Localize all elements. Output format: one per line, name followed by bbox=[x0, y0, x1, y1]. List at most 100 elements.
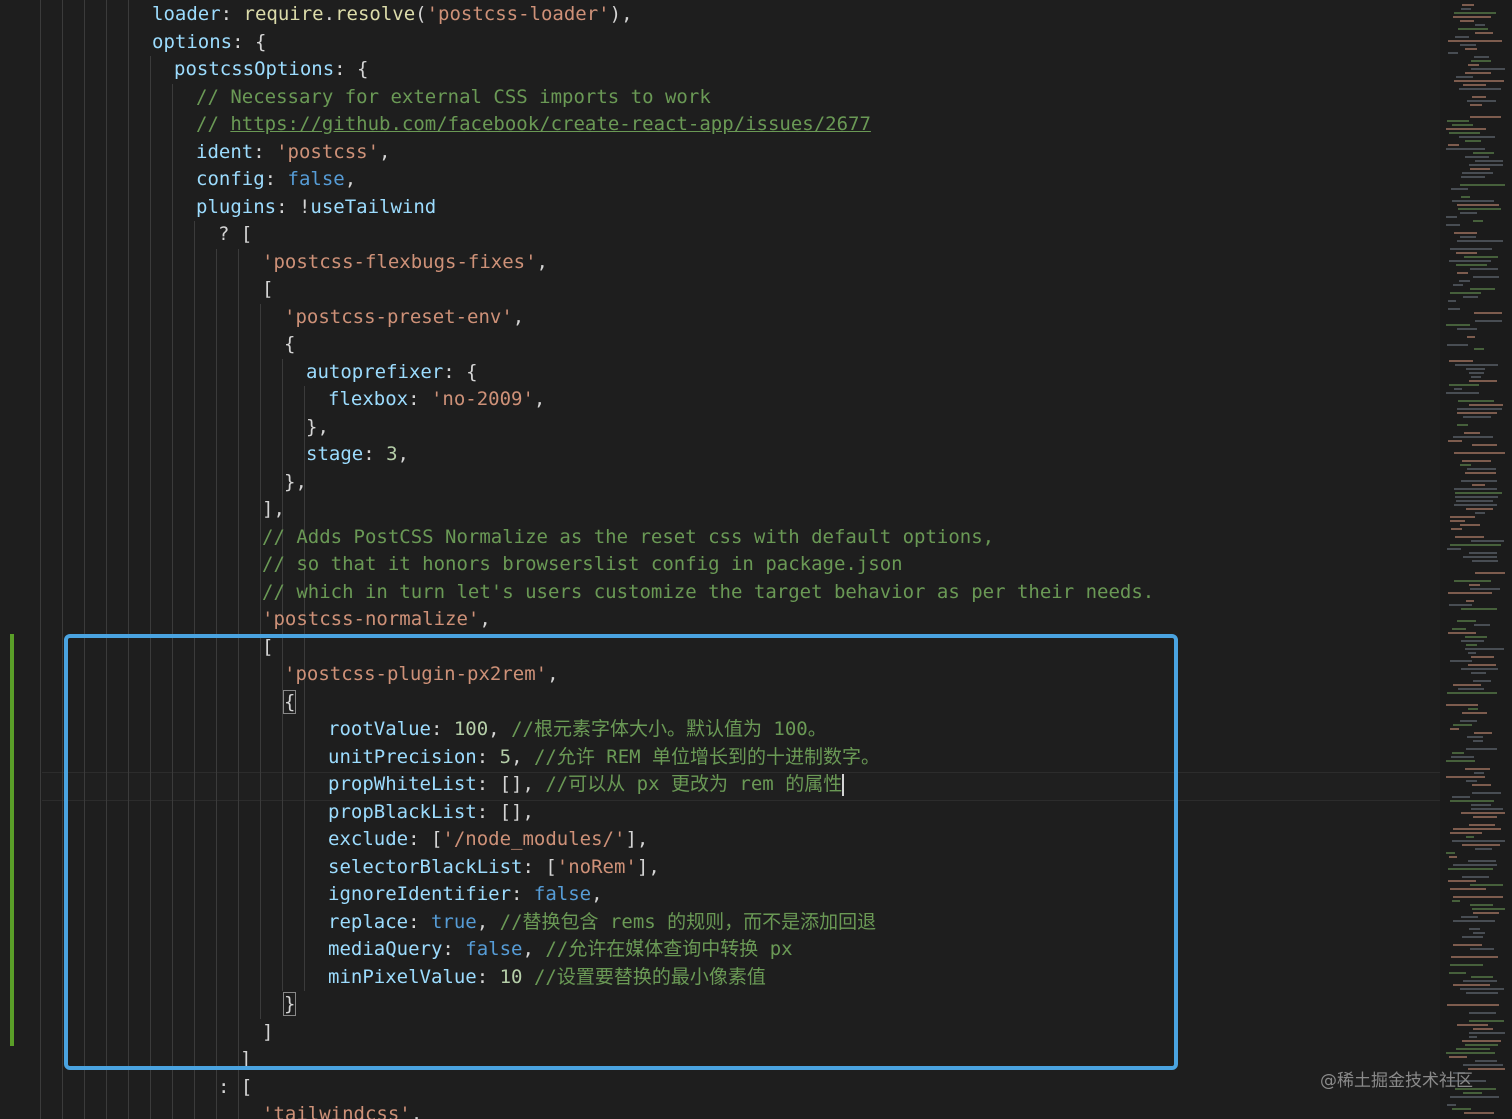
minimap-line bbox=[1455, 492, 1502, 494]
minimap-line bbox=[1451, 528, 1462, 530]
minimap-line bbox=[1452, 1108, 1471, 1110]
px2rem-highlight-box bbox=[64, 634, 1178, 1070]
minimap-line bbox=[1466, 368, 1485, 370]
minimap-line bbox=[1465, 768, 1490, 770]
code-token: // so that it honors browserslist config… bbox=[262, 553, 903, 575]
minimap-line bbox=[1446, 760, 1475, 762]
minimap-line bbox=[1450, 292, 1481, 294]
code-token: : bbox=[253, 140, 277, 163]
minimap-line bbox=[1468, 664, 1496, 666]
minimap-line bbox=[1450, 520, 1465, 522]
minimap-line bbox=[1472, 444, 1497, 446]
minimap-line bbox=[1469, 928, 1480, 930]
minimap-line bbox=[1463, 416, 1491, 418]
minimap-line bbox=[1463, 84, 1486, 86]
minimap-line bbox=[1469, 552, 1497, 554]
code-token: 'postcss' bbox=[276, 140, 380, 163]
git-change-bar bbox=[10, 634, 14, 1046]
issue-link[interactable]: https://github.com/facebook/create-react… bbox=[230, 113, 871, 135]
minimap-line bbox=[1465, 1044, 1498, 1046]
code-line: 'postcss-normalize', bbox=[262, 606, 491, 633]
minimap-line bbox=[1471, 68, 1505, 70]
minimap-line bbox=[1454, 80, 1504, 82]
minimap-line bbox=[1453, 828, 1501, 830]
code-token: options bbox=[152, 30, 233, 53]
minimap-line bbox=[1473, 220, 1483, 222]
minimap-line bbox=[1457, 272, 1468, 274]
minimap-line bbox=[1455, 536, 1484, 538]
code-token: 'postcss-normalize' bbox=[262, 608, 480, 630]
minimap-line bbox=[1475, 848, 1492, 850]
minimap-line bbox=[1470, 948, 1494, 950]
minimap-line bbox=[1448, 868, 1493, 870]
minimap-line bbox=[1447, 1004, 1499, 1006]
code-line: 'tailwindcss', bbox=[262, 1101, 422, 1119]
minimap-line bbox=[1453, 284, 1463, 286]
minimap-line bbox=[1457, 1024, 1488, 1026]
minimap-line bbox=[1465, 636, 1487, 638]
minimap-line bbox=[1472, 484, 1485, 486]
code-token: plugins bbox=[196, 195, 277, 218]
minimap-line bbox=[1460, 524, 1480, 526]
code-token: : { bbox=[232, 30, 267, 53]
code-token: , bbox=[512, 305, 525, 328]
code-line: // which in turn let's users customize t… bbox=[262, 579, 1154, 606]
minimap-line bbox=[1450, 660, 1472, 662]
code-token: : bbox=[264, 168, 288, 190]
code-line: 'postcss-flexbugs-fixes', bbox=[262, 249, 548, 276]
code-token: ident bbox=[196, 140, 254, 163]
minimap-line bbox=[1471, 656, 1494, 658]
minimap-line bbox=[1449, 260, 1491, 262]
minimap-line bbox=[1458, 400, 1494, 402]
minimap-line bbox=[1447, 344, 1468, 346]
minimap-line bbox=[1469, 584, 1480, 586]
minimap-line bbox=[1452, 200, 1494, 202]
minimap-line bbox=[1464, 256, 1498, 258]
minimap[interactable] bbox=[1440, 0, 1512, 1119]
minimap-line bbox=[1458, 28, 1488, 30]
minimap-line bbox=[1470, 116, 1501, 118]
minimap-line bbox=[1460, 20, 1474, 22]
minimap-line bbox=[1448, 440, 1462, 442]
code-line: autoprefixer: { bbox=[306, 359, 478, 386]
minimap-line bbox=[1471, 804, 1491, 806]
code-token: }, bbox=[284, 470, 307, 493]
minimap-line bbox=[1460, 212, 1477, 214]
minimap-line bbox=[1460, 988, 1504, 990]
minimap-line bbox=[1457, 412, 1497, 414]
code-line: // Necessary for external CSS imports to… bbox=[196, 84, 711, 111]
minimap-line bbox=[1452, 796, 1470, 798]
minimap-line bbox=[1456, 76, 1473, 78]
indent-guide bbox=[40, 0, 41, 1119]
code-token: // Adds PostCSS Normalize as the reset c… bbox=[262, 525, 995, 548]
minimap-line bbox=[1461, 812, 1505, 814]
code-line: flexbox: 'no-2009', bbox=[328, 386, 545, 413]
minimap-line bbox=[1472, 784, 1491, 786]
code-line: // Adds PostCSS Normalize as the reset c… bbox=[262, 524, 994, 551]
minimap-line bbox=[1473, 932, 1485, 934]
minimap-line bbox=[1449, 972, 1466, 974]
code-line: 'postcss-preset-env', bbox=[284, 304, 524, 331]
minimap-line bbox=[1448, 52, 1458, 54]
code-line: ? [ bbox=[218, 221, 252, 248]
code-editor[interactable]: loader: require.resolve('postcss-loader'… bbox=[0, 0, 1440, 1119]
minimap-line bbox=[1449, 856, 1457, 858]
indent-guide bbox=[62, 0, 63, 1119]
code-token: // Necessary for external CSS imports to… bbox=[196, 85, 711, 108]
code-token: : [ bbox=[218, 1075, 253, 1098]
code-line: // so that it honors browserslist config… bbox=[262, 551, 903, 578]
code-token: , bbox=[397, 443, 409, 465]
minimap-line bbox=[1473, 740, 1483, 742]
minimap-line bbox=[1470, 268, 1498, 270]
minimap-line bbox=[1470, 884, 1503, 886]
minimap-line bbox=[1462, 4, 1474, 6]
code-token: , bbox=[379, 140, 391, 163]
code-token: , bbox=[533, 388, 546, 410]
minimap-line bbox=[1466, 600, 1474, 602]
code-token: stage bbox=[306, 443, 364, 465]
minimap-line bbox=[1449, 604, 1472, 606]
minimap-line bbox=[1450, 964, 1483, 966]
minimap-line bbox=[1470, 588, 1500, 590]
code-token: ], bbox=[262, 498, 285, 520]
minimap-line bbox=[1472, 908, 1505, 910]
